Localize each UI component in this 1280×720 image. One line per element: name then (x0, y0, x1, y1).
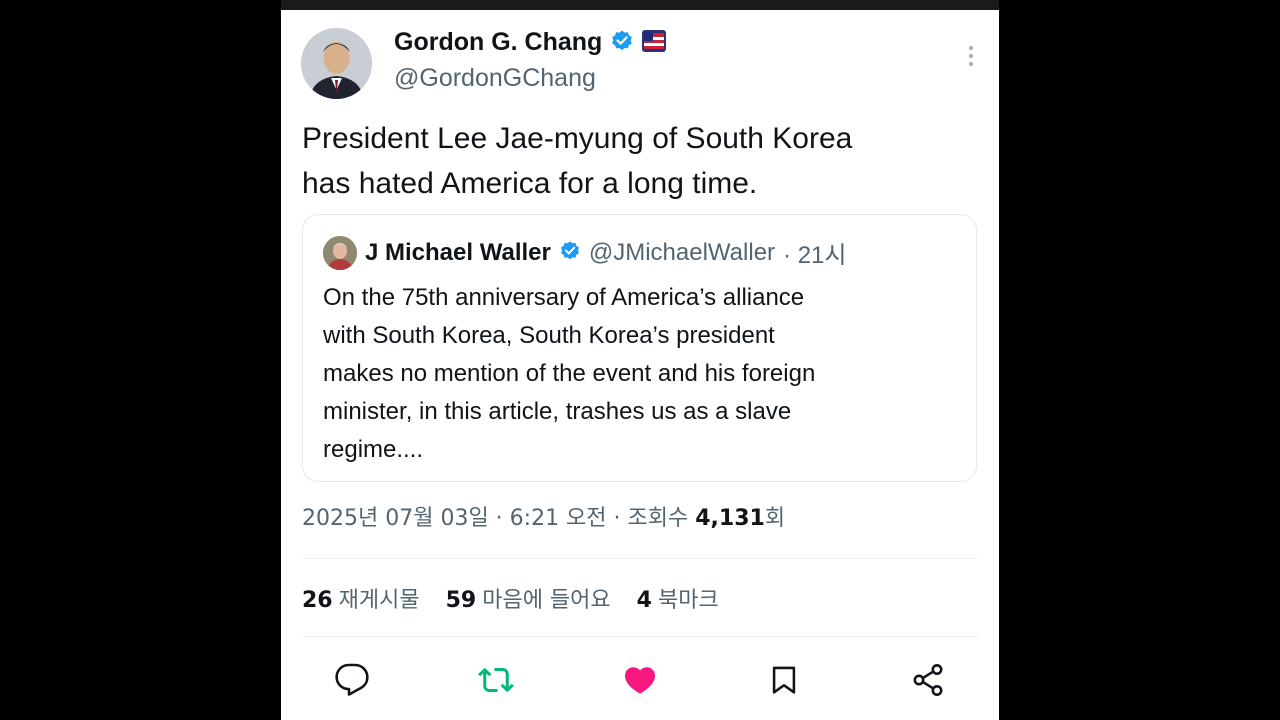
action-bar (281, 660, 999, 700)
heart-icon[interactable] (620, 660, 660, 700)
quoted-text-line: On the 75th anniversary of America’s all… (323, 284, 805, 311)
quoted-text-line: minister, in this article, trashes us as… (323, 398, 792, 425)
author-avatar[interactable] (301, 28, 372, 99)
affiliate-flag-icon[interactable] (642, 29, 667, 56)
likes-label: 마음에 들어요 (482, 588, 611, 613)
engagement-stats: 26 재게시물 59 마음에 들어요 4 북마크 (302, 582, 719, 614)
quoted-tweet[interactable]: J Michael Waller @JMichaelWaller · 21시 O… (302, 214, 977, 482)
view-count: 4,131 (695, 506, 765, 531)
tweet-card: Gordon G. Chang @GordonGChang President … (281, 10, 999, 720)
reposts-stat[interactable]: 26 재게시물 (302, 582, 420, 614)
top-strip (281, 0, 999, 10)
likes-count: 59 (445, 588, 477, 613)
verified-badge-icon (559, 240, 581, 266)
author-name-row: Gordon G. Chang (394, 28, 667, 57)
divider (302, 558, 979, 559)
author-handle[interactable]: @GordonGChang (394, 64, 596, 93)
quoted-text-line: makes no mention of the event and his fo… (323, 360, 816, 387)
bookmarks-count: 4 (636, 588, 652, 613)
bookmark-icon[interactable] (764, 660, 804, 700)
share-icon[interactable] (908, 660, 948, 700)
tweet-text-line: has hated America for a long time. (302, 167, 758, 200)
quoted-author-avatar[interactable] (323, 235, 357, 270)
quoted-author-name: J Michael Waller (365, 238, 551, 266)
bookmarks-stat[interactable]: 4 북마크 (637, 582, 719, 614)
tweet-text: President Lee Jae-myung of South Korea h… (302, 116, 962, 206)
divider (302, 636, 979, 637)
quoted-text-line: with South Korea, South Korea’s presiden… (323, 322, 775, 349)
bookmarks-label: 북마크 (657, 588, 719, 613)
tweet-datetime[interactable]: 2025년 07월 03일 · 6:21 오전 · 조회수 (302, 506, 695, 531)
tweet-text-line: President Lee Jae-myung of South Korea (302, 122, 853, 155)
reposts-count: 26 (302, 588, 333, 613)
repost-icon[interactable] (476, 660, 516, 700)
reposts-label: 재게시물 (338, 588, 420, 613)
more-options-icon[interactable] (967, 46, 975, 66)
verified-badge-icon (610, 29, 634, 57)
reply-icon[interactable] (332, 660, 372, 700)
quoted-tweet-time: · 21시 (783, 242, 847, 269)
quoted-text-line: regime.... (323, 436, 424, 463)
quoted-author-handle: @JMichaelWaller (588, 238, 776, 266)
quoted-tweet-text: On the 75th anniversary of America’s all… (323, 279, 953, 469)
view-count-suffix: 회 (764, 506, 786, 531)
tweet-metadata: 2025년 07월 03일 · 6:21 오전 · 조회수 4,131회 (302, 500, 785, 532)
author-name[interactable]: Gordon G. Chang (394, 28, 602, 57)
quoted-tweet-header: J Michael Waller @JMichaelWaller · 21시 (323, 235, 846, 270)
likes-stat[interactable]: 59 마음에 들어요 (446, 582, 611, 614)
